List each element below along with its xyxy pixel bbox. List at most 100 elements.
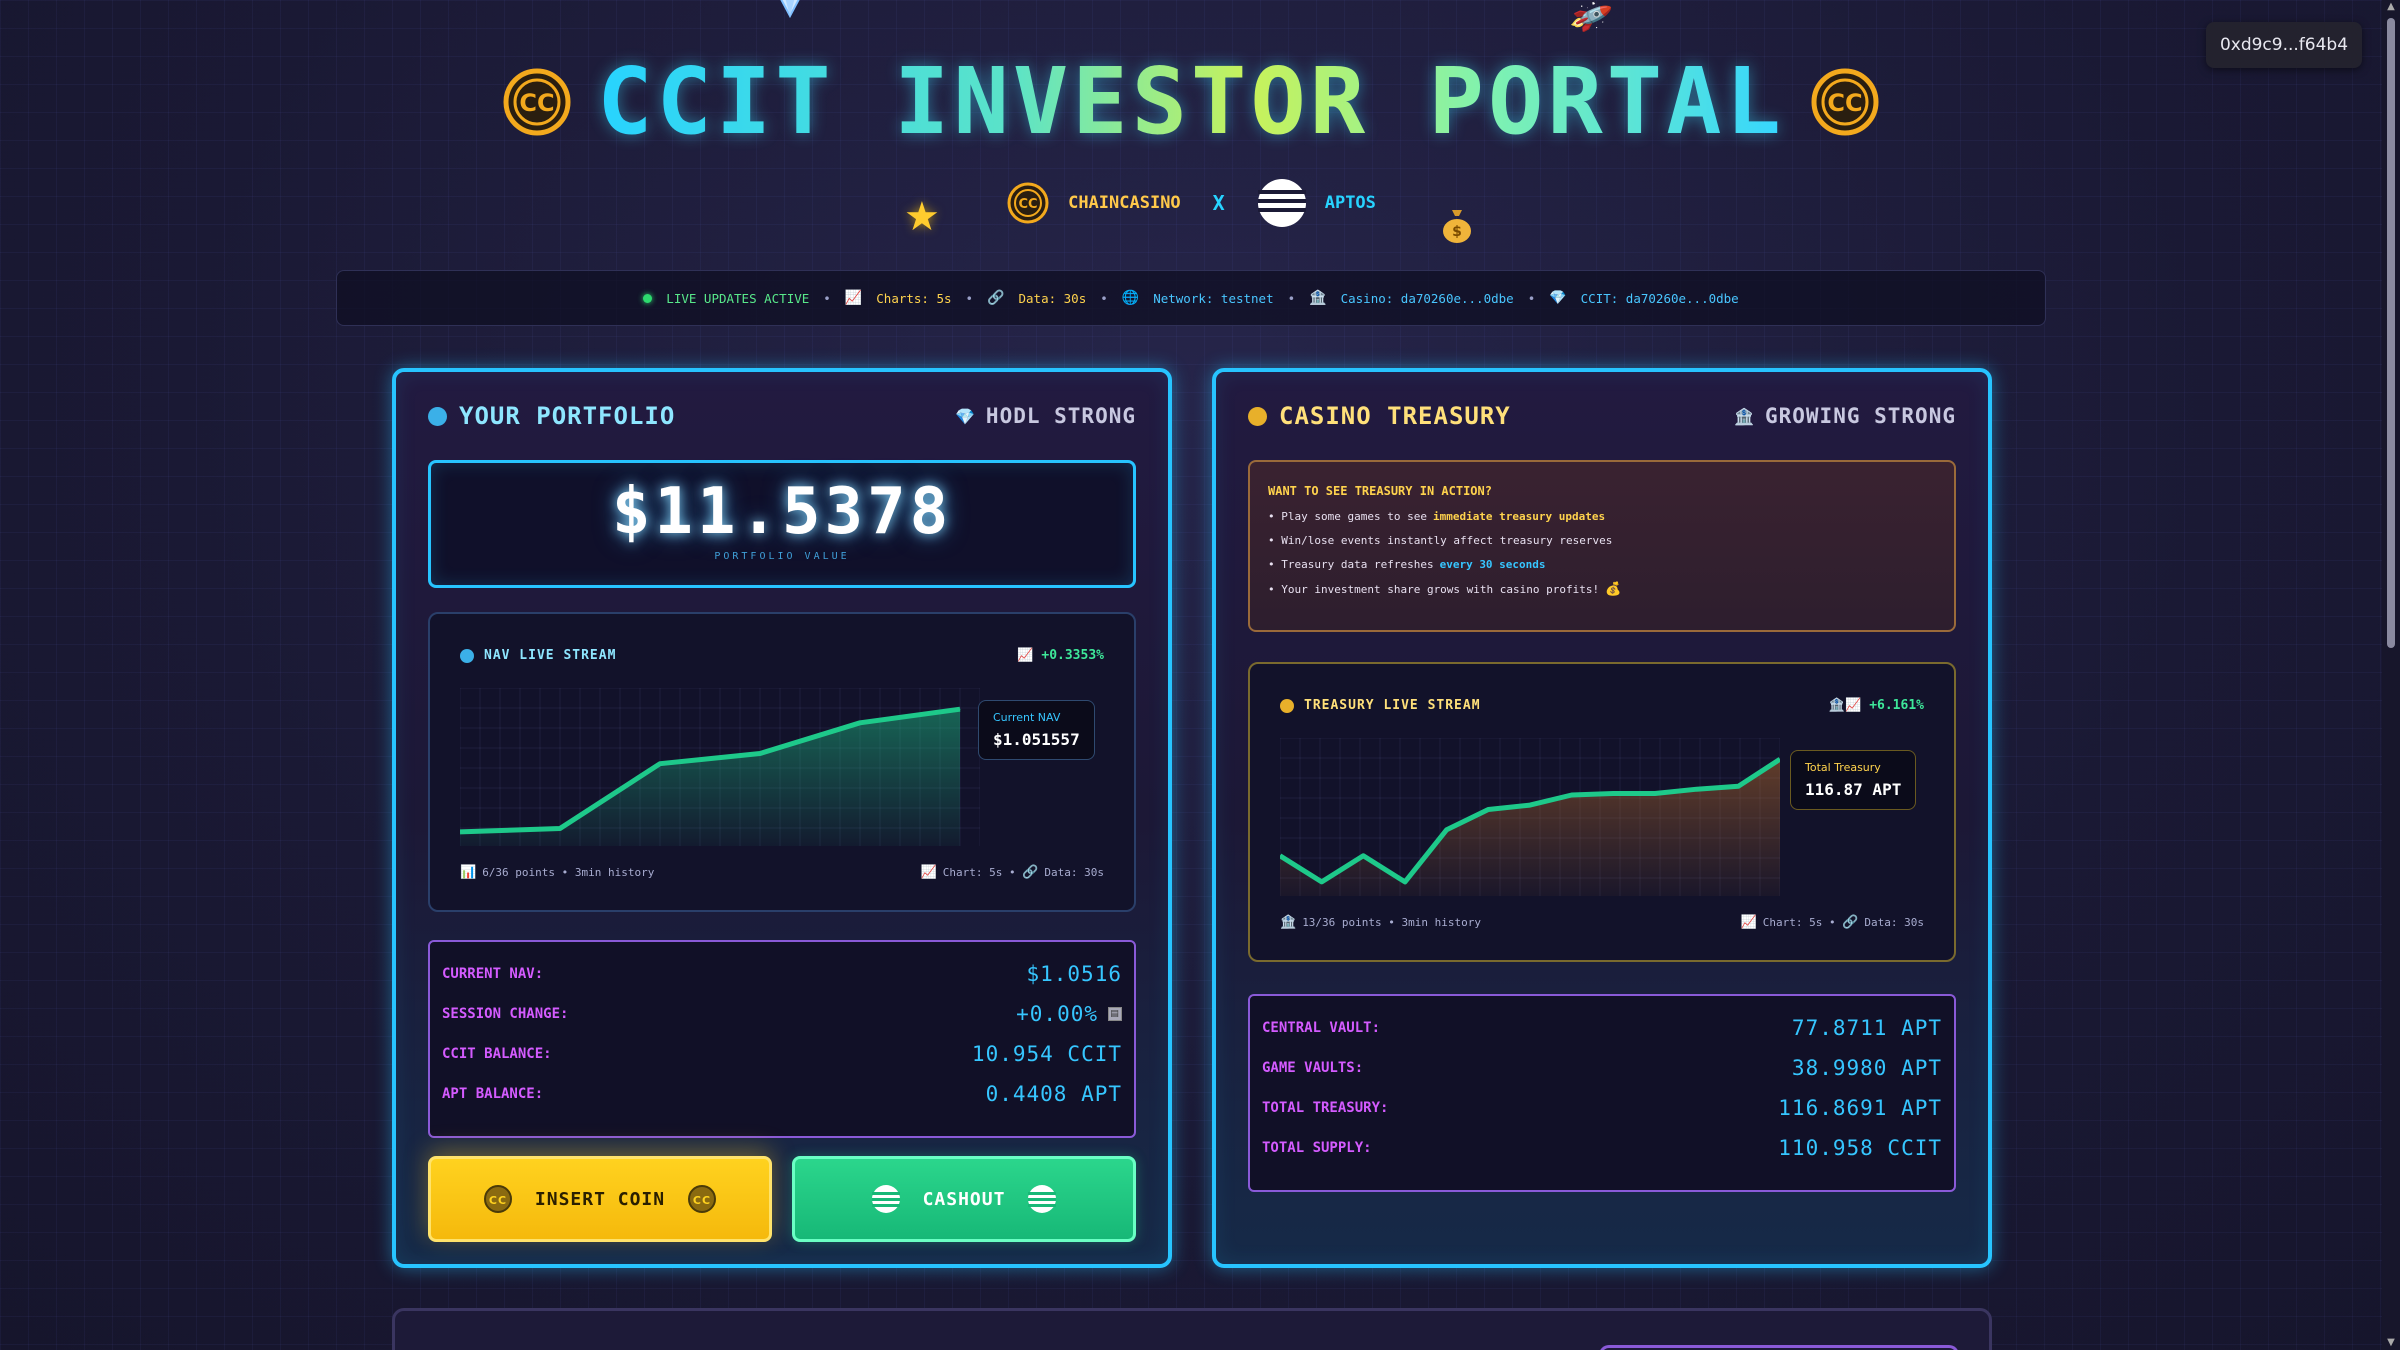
chart-point	[1487, 808, 1489, 810]
rocket-icon: 🚀	[1567, 0, 1615, 41]
nav-line-chart	[460, 688, 980, 846]
chart-area	[1280, 759, 1780, 896]
stat-row: APT BALANCE: 0.4408 APT	[442, 1074, 1122, 1114]
chart-point	[1654, 793, 1656, 795]
coin-icon: CC	[688, 1185, 717, 1213]
stat-row: CENTRAL VAULT: 77.8711 APT	[1262, 1008, 1942, 1048]
stat-value: 77.8711 APT	[1791, 1016, 1942, 1040]
stat-value: +0.00% ▤	[1016, 1002, 1122, 1026]
treasury-chart-title: TREASURY LIVE STREAM	[1304, 698, 1481, 713]
stat-row: CCIT BALANCE: 10.954 CCIT	[442, 1034, 1122, 1074]
info-line-text: • Treasury data refreshes	[1268, 558, 1434, 571]
treasury-chart-card: TREASURY LIVE STREAM 🏦📈 +6.161% Total Tr…	[1248, 662, 1956, 962]
bank-icon: 🏦📈	[1828, 698, 1862, 713]
stat-value: $1.0516	[1026, 962, 1122, 986]
treasury-stats: CENTRAL VAULT: 77.8711 APT GAME VAULTS: …	[1248, 994, 1956, 1192]
treasury-line-chart	[1280, 738, 1780, 896]
scroll-up-icon[interactable]: ▲	[2386, 2, 2396, 12]
stat-value: 110.958 CCIT	[1778, 1136, 1942, 1160]
bottom-section-pill	[1599, 1345, 1959, 1350]
page-scrollbar[interactable]: ▲ ▼	[2382, 0, 2400, 1350]
status-bar: LIVE UPDATES ACTIVE • 📈 Charts: 5s • 🔗 D…	[336, 270, 2046, 326]
treasury-data-refresh: Data: 30s	[1864, 916, 1924, 929]
bank-icon: 🏦	[1734, 406, 1755, 426]
chart-point	[1529, 804, 1531, 806]
bank-icon: 🏦	[1309, 290, 1327, 306]
portfolio-value: $11.5378	[611, 475, 953, 549]
treasury-points: 13/36 points • 3min history	[1302, 916, 1481, 929]
status-ccit-address: CCIT: da70260e...0dbe	[1580, 290, 1739, 306]
diamond-icon	[780, 0, 800, 19]
aptos-icon	[871, 1185, 900, 1213]
treasury-chart-refresh: Chart: 5s	[1762, 916, 1823, 929]
chart-point	[859, 722, 861, 724]
link-icon: 🔗	[987, 290, 1005, 306]
chart-point	[559, 827, 561, 829]
info-line: • Play some games to see immediate treas…	[1268, 510, 1936, 523]
partner-aptos: APTOS	[1324, 193, 1376, 213]
aptos-icon	[1028, 1185, 1057, 1213]
bottom-section	[392, 1308, 1992, 1350]
status-network: Network: testnet	[1153, 290, 1274, 306]
treasury-panel: CASINO TREASURY 🏦 GROWING STRONG WANT TO…	[1212, 368, 1992, 1268]
stat-value: 0.4408 APT	[985, 1082, 1122, 1106]
portfolio-value-label: PORTFOLIO VALUE	[714, 551, 850, 562]
stat-value: 10.954 CCIT	[971, 1042, 1122, 1066]
nav-chart-card: NAV LIVE STREAM 📈 +0.3353% Current NAV $…	[428, 612, 1136, 912]
stat-label: CURRENT NAV:	[442, 966, 544, 982]
insert-coin-button[interactable]: CC INSERT COIN CC	[428, 1156, 772, 1242]
stat-label: APT BALANCE:	[442, 1086, 544, 1102]
partner-row: CC CHAINCASINO X APTOS	[0, 178, 2382, 228]
nav-chart-refresh: Chart: 5s	[942, 866, 1003, 879]
treasury-dot-icon	[1248, 406, 1267, 426]
page-title: CCIT INVESTOR PORTAL	[597, 48, 1785, 155]
link-icon: 🔗	[1022, 865, 1039, 880]
chart-point	[659, 763, 661, 765]
cashout-button[interactable]: CASHOUT	[792, 1156, 1136, 1242]
chart-point	[1446, 829, 1448, 831]
nav-tooltip-label: Current NAV	[993, 711, 1061, 724]
chart-point	[959, 708, 961, 710]
scroll-down-icon[interactable]: ▼	[2386, 1338, 2396, 1348]
portfolio-tag: HODL STRONG	[985, 404, 1136, 428]
portfolio-panel: YOUR PORTFOLIO 💎 HODL STRONG $11.5378 PO…	[392, 368, 1172, 1268]
globe-icon: 🌐	[1121, 290, 1140, 306]
portfolio-dot-icon	[428, 406, 447, 426]
status-separator: •	[1287, 290, 1296, 306]
status-separator: •	[1100, 290, 1108, 306]
chart-point	[1696, 788, 1698, 790]
chart-icon: ▤	[1108, 1007, 1122, 1021]
status-live: LIVE UPDATES ACTIVE	[666, 290, 810, 306]
insert-coin-label: INSERT COIN	[534, 1188, 666, 1210]
chart-point	[1737, 785, 1739, 787]
info-line-text: • Play some games to see	[1268, 510, 1427, 523]
info-line-text: • Win/lose events instantly affect treas…	[1268, 534, 1613, 547]
nav-data-refresh: Data: 30s	[1044, 866, 1104, 879]
svg-text:CC: CC	[1019, 197, 1038, 212]
info-line-highlight: immediate treasury updates	[1432, 510, 1606, 523]
treasury-tag: GROWING STRONG	[1764, 404, 1956, 428]
chaincasino-logo-icon: CC	[503, 68, 571, 135]
treasury-title: CASINO TREASURY	[1279, 402, 1511, 430]
status-charts: Charts: 5s	[876, 290, 952, 306]
stat-row: TOTAL TREASURY: 116.8691 APT	[1262, 1088, 1942, 1128]
portfolio-title: YOUR PORTFOLIO	[459, 402, 676, 430]
portfolio-value-box: $11.5378 PORTFOLIO VALUE	[428, 460, 1136, 588]
chart-area	[460, 709, 960, 846]
info-line: • Win/lose events instantly affect treas…	[1268, 534, 1936, 547]
chart-icon: 📈	[844, 290, 863, 306]
partner-chaincasino: CHAINCASINO	[1068, 193, 1181, 213]
chaincasino-small-logo-icon: CC	[1007, 182, 1049, 224]
stat-row: GAME VAULTS: 38.9980 APT	[1262, 1048, 1942, 1088]
stat-row: SESSION CHANGE: +0.00% ▤	[442, 994, 1122, 1034]
chart-point	[1404, 881, 1406, 883]
svg-text:CC: CC	[519, 89, 554, 117]
info-title: WANT TO SEE TREASURY IN ACTION?	[1268, 484, 1492, 498]
status-data: Data: 30s	[1018, 290, 1087, 306]
bar-chart-icon: 📊	[460, 865, 477, 880]
gem-icon: 💎	[1549, 290, 1567, 306]
link-icon: 🔗	[1842, 915, 1859, 930]
svg-text:CC: CC	[693, 1194, 711, 1207]
svg-text:CC: CC	[1827, 89, 1862, 117]
scrollbar-thumb[interactable]	[2387, 18, 2395, 648]
